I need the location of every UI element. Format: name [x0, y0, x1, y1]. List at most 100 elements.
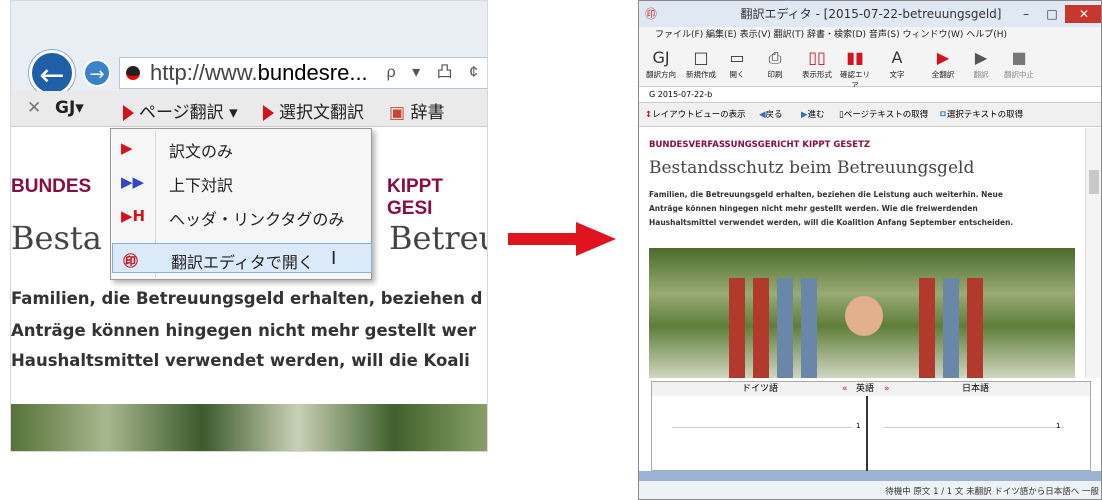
nav-label: 選択テキストの取得 [946, 110, 1024, 120]
close-button[interactable]: ✕ [1065, 5, 1101, 23]
menu-item-label: 訳文のみ [169, 142, 234, 161]
new-document-icon: □ [693, 48, 709, 67]
expand-right-icon[interactable]: » [884, 382, 890, 396]
page-translate-menu: ▶ 訳文のみ ▶▶ 上下対訳 ▶H ヘッダ・リンクタグのみ ㊞ 翻訳エディタで開く I [110, 128, 372, 280]
page-title-right: Betreu [389, 219, 487, 257]
play-icon: ▶ [936, 48, 950, 67]
nav-label: ページテキストの取得 [843, 110, 929, 120]
toolbar-direction-button[interactable]: GJ 翻訳方向 [643, 47, 679, 80]
target-line [884, 427, 1064, 428]
double-play-icon: ▶▶ [121, 173, 145, 191]
selection-translate-label: 選択文翻訳 [279, 103, 364, 123]
get-page-text-button[interactable]: ▯ ページテキストの取得 [839, 103, 928, 127]
back-button[interactable]: ← [29, 50, 75, 96]
toolbar-print-button[interactable]: ⎙ 印刷 [757, 47, 793, 80]
page-body-line: Anträge können hingegen nicht mehr geste… [11, 321, 477, 340]
page-heading-right: KIPPT GESI [387, 176, 443, 219]
menu-bar[interactable]: ファイル(F) 編集(E) 表示(V) 翻訳(T) 辞書・検索(D) 音声(S)… [639, 27, 1101, 43]
editor-toolbar: GJ 翻訳方向 □ 新規作成 ▭ 開く ⎙ 印刷 ▯▯ 表示形式 ▮▮ 確認エリア A 文字 … [639, 43, 1101, 90]
printer-icon: ⎙ [768, 48, 782, 67]
nav-label: レイアウトビューの表示 [652, 110, 746, 120]
row-number: 1 [1056, 422, 1061, 430]
view-heading: BUNDESVERFASSUNGSGERICHT KIPPT GESETZ [649, 140, 871, 150]
forward-button[interactable]: → [83, 59, 111, 87]
stop-icon: ■ [1011, 48, 1027, 67]
collapse-left-icon[interactable]: « [842, 382, 848, 396]
toolbar-label: 表示形式 [802, 70, 832, 79]
nav-back-button[interactable]: ◀ 戻る [759, 103, 783, 127]
toolbar-translate-all-button[interactable]: ▶ 全翻訳 [925, 47, 961, 80]
menu-item-parallel[interactable]: ▶▶ 上下対訳 [111, 167, 371, 197]
dictionary-label: 辞書 [410, 103, 445, 123]
menu-item-translation-only[interactable]: ▶ 訳文のみ [111, 133, 371, 163]
article-photo [11, 404, 487, 451]
layout-view-button[interactable]: ↕ レイアウトビューの表示 [645, 103, 746, 127]
url-domain: bundesre... [257, 60, 368, 85]
view-body-line: Haushaltsmittel verwendet werden, will d… [649, 218, 1014, 227]
vertical-scrollbar[interactable] [1085, 128, 1101, 378]
child-face [845, 296, 883, 336]
menu-item-label: 翻訳エディタで開く [171, 253, 314, 272]
toolbar-display-format-button[interactable]: ▯▯ 表示形式 [799, 47, 835, 80]
page-translate-label: ページ翻訳 ▾ [139, 103, 238, 123]
view-body-line: Familien, die Betreuungsgeld erhalten, b… [649, 190, 1003, 199]
play-icon [123, 105, 134, 121]
page-body-line: Haushaltsmittel verwendet werden, will d… [11, 351, 470, 370]
layout-icon: ↕ [645, 110, 653, 120]
toolbar-new-button[interactable]: □ 新規作成 [683, 47, 719, 80]
page-translate-button[interactable]: ページ翻訳 ▾ [123, 98, 238, 123]
menu-item-open-editor[interactable]: ㊞ 翻訳エディタで開く I [112, 243, 372, 273]
scroll-thumb[interactable] [1089, 170, 1099, 194]
toolbar-label: 印刷 [767, 70, 783, 79]
direction-icon: GJ [652, 48, 670, 67]
layout-icon: ▯▯ [808, 48, 826, 67]
close-toolbar-icon[interactable]: ✕ [27, 98, 41, 118]
dictionary-icon: ▣ [389, 103, 406, 123]
toolbar-font-button[interactable]: A 文字 [879, 47, 915, 80]
translation-pane-header: ドイツ語 « 英語 » 日本語 [652, 382, 1090, 396]
column-divider[interactable] [866, 396, 868, 472]
layout-nav-bar: ↕ レイアウトビューの表示 ◀ 戻る ▶ 進む ▯ ページテキストの取得 ㅁ 選… [639, 103, 1101, 127]
maximize-button[interactable]: □ [1039, 5, 1065, 23]
page-title-left: Besta [11, 219, 102, 257]
editor-title: 翻訳エディタ - [2015-07-22-betreuungsgeld] [740, 7, 1002, 21]
address-bar[interactable]: http://www.bundesre... ρ ▾ 凸 ¢ [119, 57, 487, 89]
toolbar-label: 開く [729, 70, 745, 79]
translate-icon: ▶ [974, 48, 988, 67]
row-number: 1 [856, 422, 861, 430]
flag-icon [126, 66, 140, 80]
app-icon: ㊞ [645, 7, 658, 21]
toolbar-label: 全翻訳 [931, 70, 955, 79]
url-prefix: http://www. [150, 60, 258, 85]
dictionary-button[interactable]: ▣ 辞書 [389, 98, 444, 123]
menu-item-label: ヘッダ・リンクタグのみ [169, 210, 345, 229]
selection-translate-button[interactable]: 選択文翻訳 [263, 98, 364, 123]
editor-icon: ㊞ [123, 252, 139, 270]
translation-direction-button[interactable]: GJ▾ [55, 98, 84, 118]
selection-icon [263, 105, 274, 121]
toolbar-label: 翻訳中止 [1004, 70, 1034, 79]
toolbar-stop-button[interactable]: ■ 翻訳中止 [1001, 47, 1037, 80]
nav-label: 戻る [765, 110, 783, 120]
view-title: Bestandsschutz beim Betreuungsgeld [649, 158, 975, 178]
toolbar-label: 新規作成 [686, 70, 716, 79]
tab-document[interactable]: G 2015-07-22-b [639, 87, 1101, 103]
play-icon: ▶ [121, 139, 133, 157]
address-tools[interactable]: ρ ▾ 凸 ¢ [387, 58, 484, 88]
german-column-header: ドイツ語 [742, 384, 779, 394]
toolbar-open-button[interactable]: ▭ 開く [719, 47, 755, 80]
minimize-button[interactable]: – [1013, 5, 1039, 23]
confirm-area-icon: ▮▮ [846, 48, 864, 67]
translation-pane: ドイツ語 « 英語 » 日本語 1 1 [651, 381, 1091, 472]
view-body-line: Anträge können hingegen nicht mehr geste… [649, 204, 978, 213]
menu-item-header-link-only[interactable]: ▶H ヘッダ・リンクタグのみ [111, 201, 371, 231]
status-text: 待機中 原文 1 / 1 文 未翻訳 ドイツ語から日本語へ 一般 [885, 487, 1099, 497]
splitter-bar[interactable] [639, 471, 1101, 481]
text-cursor-icon: I [331, 248, 337, 269]
get-selection-text-button[interactable]: ㅁ 選択テキストの取得 [939, 103, 1023, 127]
nav-forward-button[interactable]: ▶ 進む [801, 103, 825, 127]
toolbar-confirm-area-button[interactable]: ▮▮ 確認エリア [837, 47, 873, 91]
toolbar-translate-button[interactable]: ▶ 翻訳 [963, 47, 999, 80]
layout-view: BUNDESVERFASSUNGSGERICHT KIPPT GESETZ Be… [639, 128, 1085, 378]
page-body-line: Familien, die Betreuungsgeld erhalten, b… [11, 289, 483, 308]
